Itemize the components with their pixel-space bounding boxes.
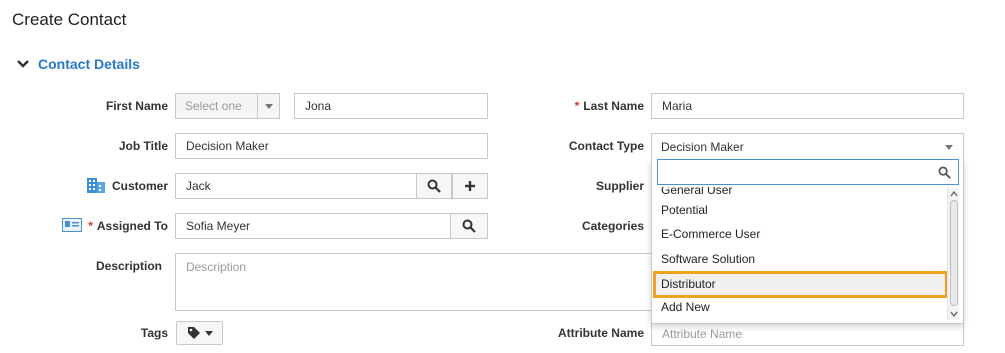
search-icon <box>938 166 951 179</box>
attribute-name-label: Attribute Name <box>557 326 644 340</box>
job-title-input[interactable]: Decision Maker <box>175 133 488 159</box>
dropdown-scrollbar[interactable] <box>947 188 959 320</box>
plus-icon <box>465 181 475 191</box>
first-name-label: First Name <box>105 99 168 113</box>
attribute-name-placeholder: Attribute Name <box>662 327 743 341</box>
required-marker: * <box>88 219 93 233</box>
description-textarea[interactable]: Description <box>175 253 665 311</box>
contact-type-select[interactable]: Decision Maker <box>651 133 964 159</box>
chevron-down-icon <box>204 330 213 336</box>
chevron-up-icon <box>950 191 958 197</box>
page-title: Create Contact <box>12 10 127 29</box>
building-icon <box>86 175 106 193</box>
attribute-name-input[interactable]: Attribute Name <box>651 322 964 346</box>
tag-icon <box>187 327 200 339</box>
first-name-input[interactable]: Jona <box>294 93 488 119</box>
description-placeholder: Description <box>186 260 247 274</box>
salutation-placeholder: Select one <box>185 99 242 113</box>
job-title-label: Job Title <box>118 139 168 153</box>
section-title: Contact Details <box>38 56 140 72</box>
chevron-down-icon <box>945 145 953 150</box>
customer-label: Customer <box>111 179 168 193</box>
last-name-input[interactable]: Maria <box>651 93 964 119</box>
dropdown-option[interactable]: Potential <box>653 198 948 222</box>
assigned-to-search-button[interactable] <box>450 213 488 239</box>
search-icon <box>462 219 476 233</box>
scrollbar-thumb[interactable] <box>950 200 958 306</box>
customer-search-button[interactable] <box>416 173 452 199</box>
salutation-select[interactable]: Select one <box>175 93 280 119</box>
dropdown-option[interactable]: E-Commerce User <box>653 222 948 246</box>
supplier-label: Supplier <box>595 179 644 193</box>
chevron-down-icon <box>257 94 279 118</box>
description-label: Description <box>95 259 162 273</box>
categories-label: Categories <box>581 219 644 233</box>
dropdown-option-highlighted[interactable]: Distributor <box>653 271 948 298</box>
contact-type-dropdown: General User Potential E-Commerce User S… <box>651 158 964 324</box>
dropdown-options-list: General User Potential E-Commerce User S… <box>653 187 948 321</box>
search-icon <box>427 179 441 193</box>
dropdown-search-input[interactable] <box>657 159 959 185</box>
last-name-label: * Last Name <box>574 99 644 113</box>
customer-input[interactable]: Jack <box>175 173 417 199</box>
dropdown-option[interactable]: Add New <box>653 295 948 319</box>
assigned-to-label: * Assigned To <box>88 219 168 233</box>
id-card-icon <box>62 218 82 232</box>
contact-type-label: Contact Type <box>568 139 644 153</box>
contact-details-section-toggle[interactable]: Contact Details <box>16 55 140 73</box>
assigned-to-input[interactable]: Sofia Meyer <box>175 213 451 239</box>
tags-dropdown-button[interactable] <box>176 321 223 345</box>
chevron-down-icon <box>17 60 29 68</box>
required-marker: * <box>574 99 580 113</box>
chevron-down-icon <box>950 311 958 317</box>
contact-type-value: Decision Maker <box>661 140 744 154</box>
dropdown-option[interactable]: Software Solution <box>653 247 948 271</box>
add-customer-button[interactable] <box>452 173 488 199</box>
tags-label: Tags <box>140 326 168 340</box>
